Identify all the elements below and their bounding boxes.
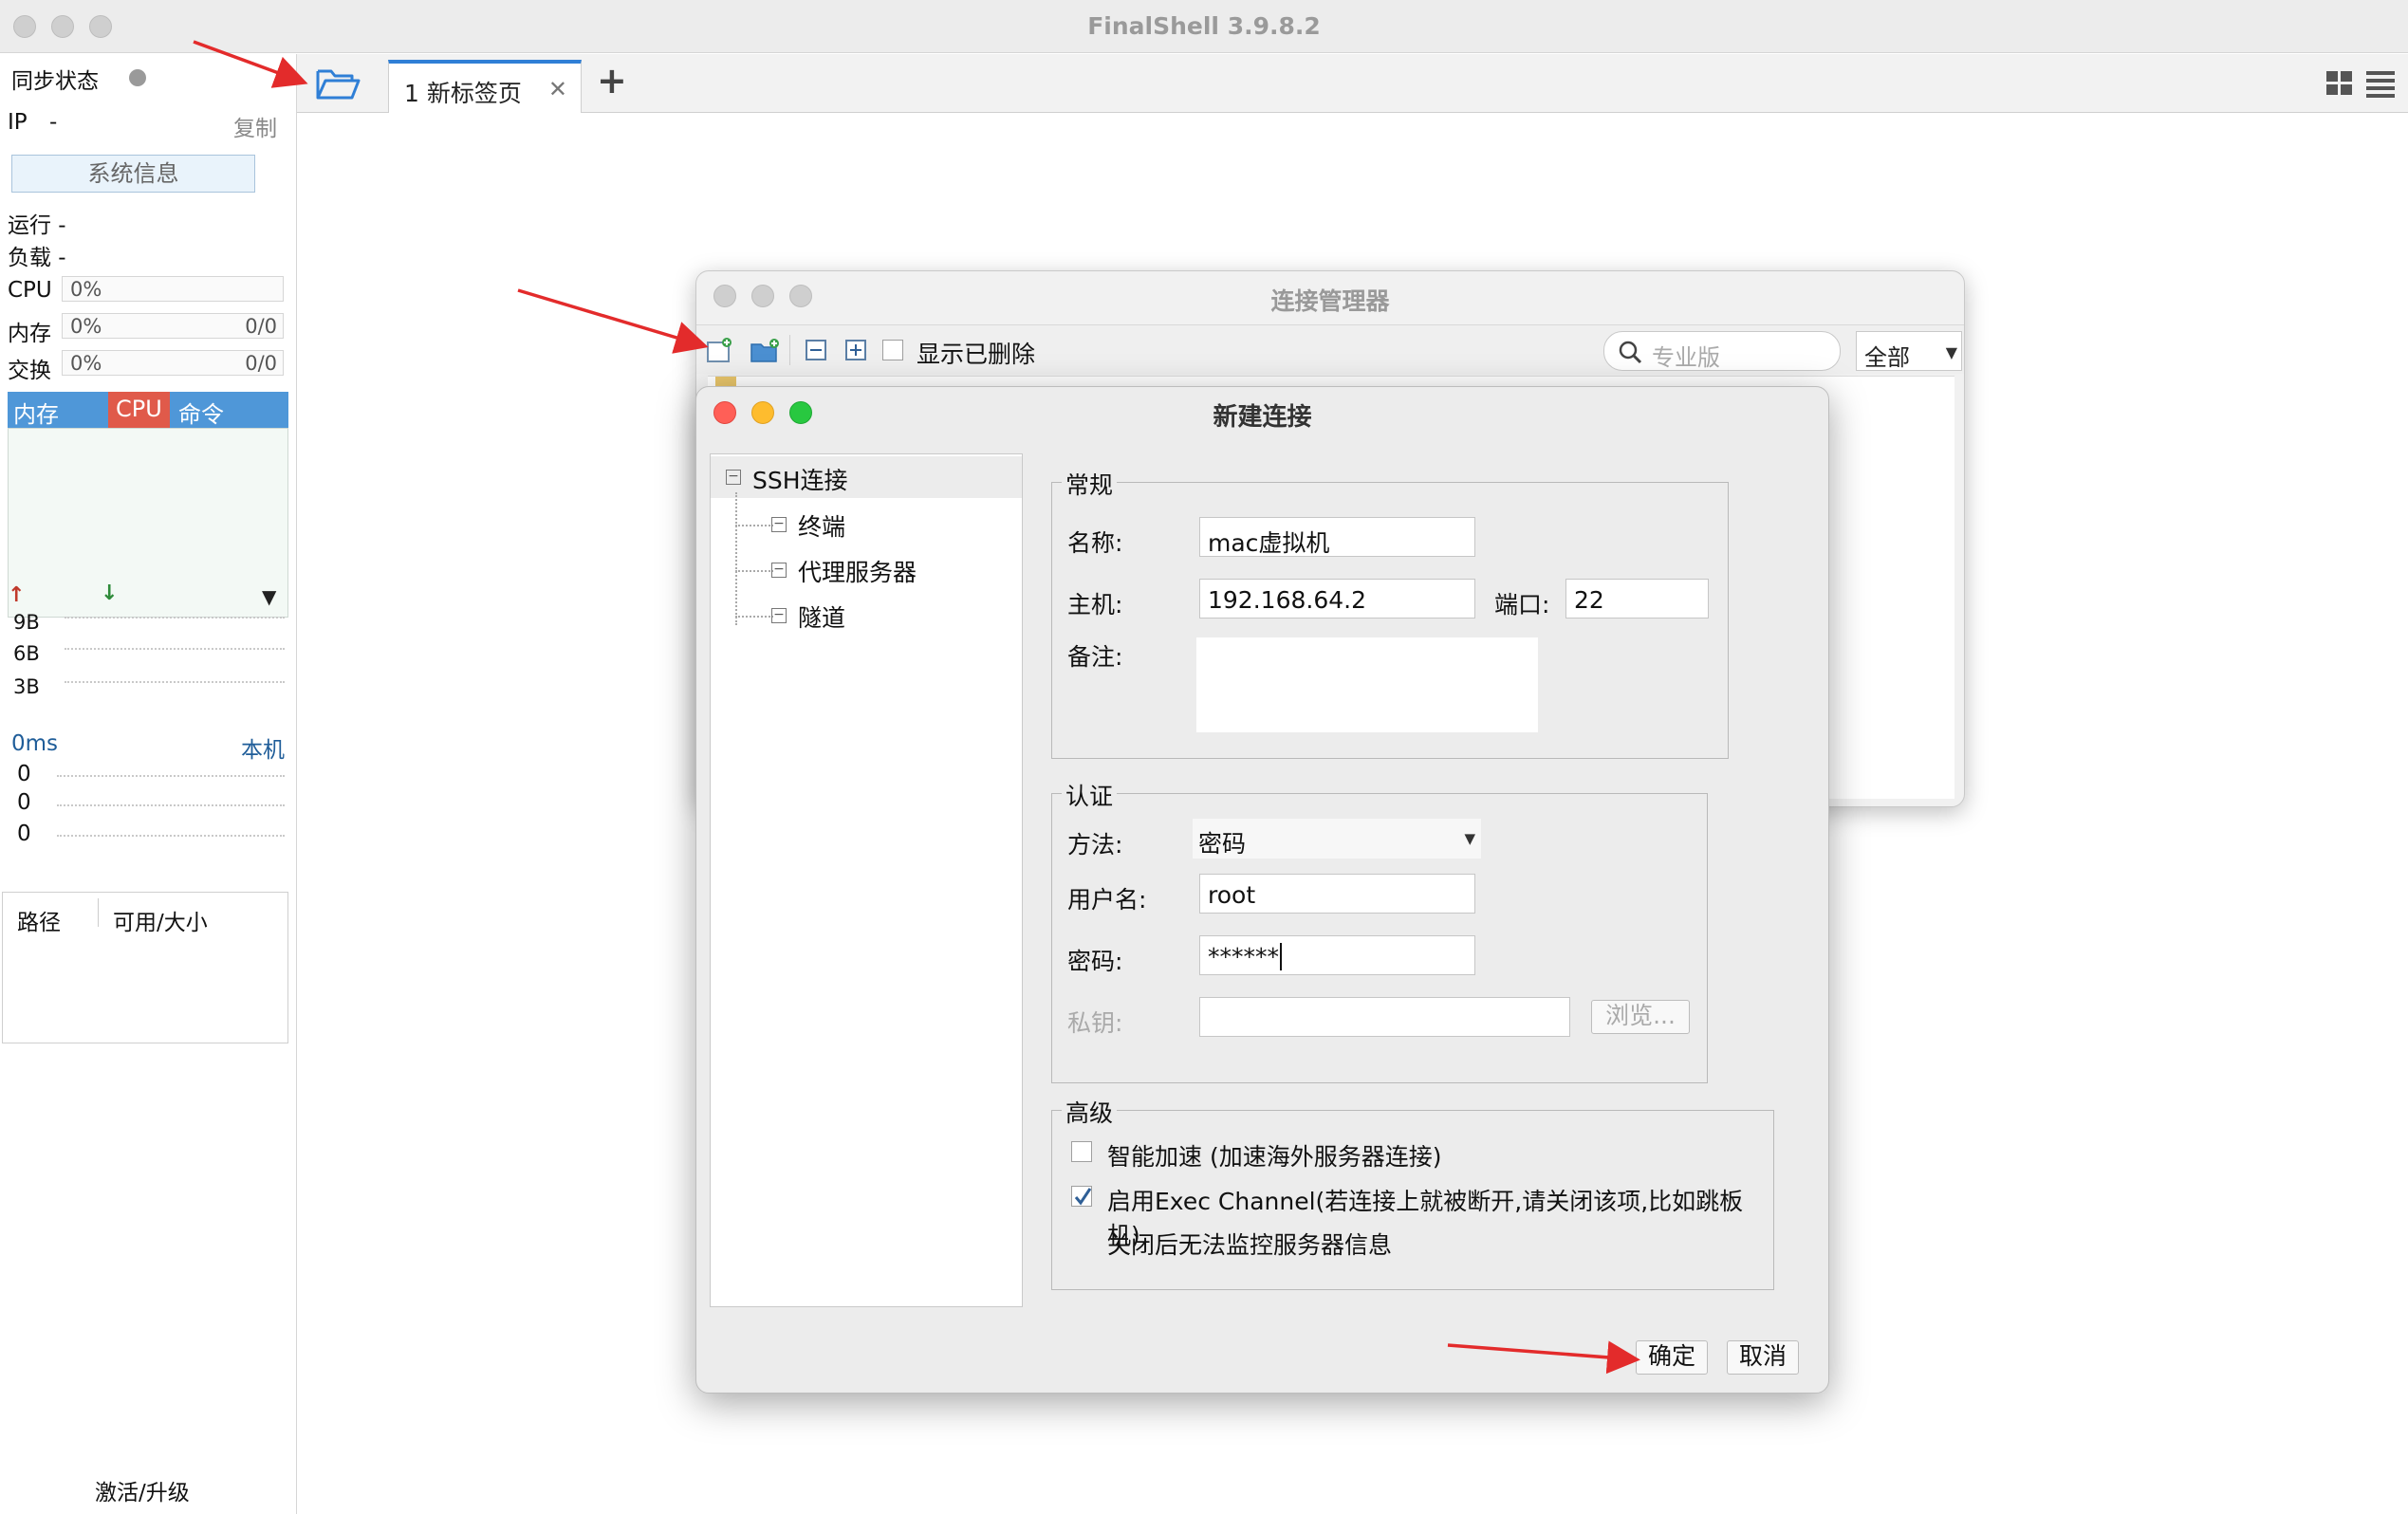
annotation-arrow: [1447, 1340, 1640, 1375]
annotation-arrow: [193, 40, 308, 88]
annotation-arrow: [517, 288, 709, 354]
annotation-arrows: [193, 40, 1640, 1375]
